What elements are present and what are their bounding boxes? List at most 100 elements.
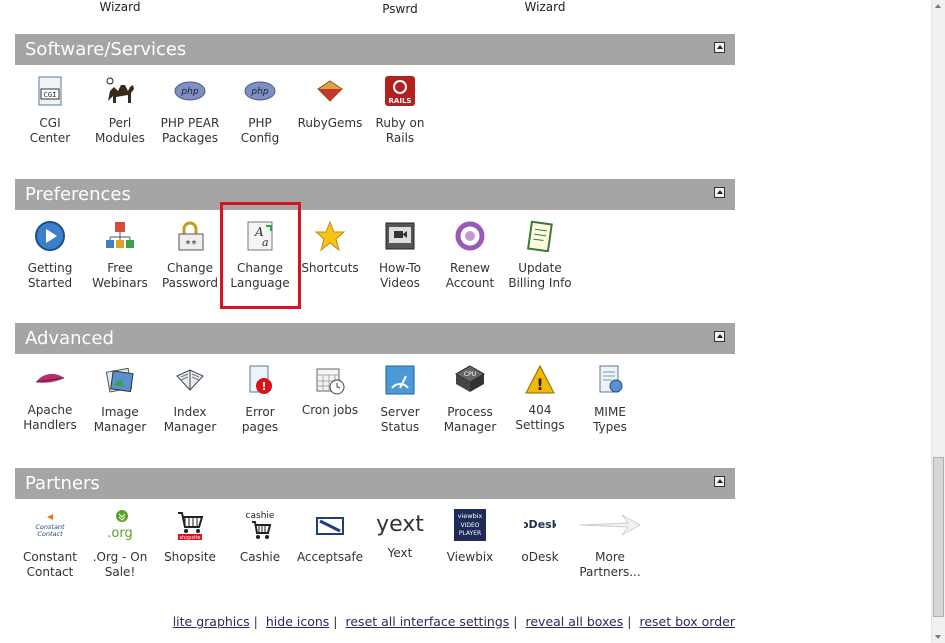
top-item-label-2[interactable]: Pswrd <box>365 2 435 16</box>
billing-icon <box>524 220 556 253</box>
constant-contact-item[interactable]: Constant Contact Constant Contact <box>15 499 85 580</box>
scroll-up-icon[interactable] <box>935 4 941 8</box>
rubygems-item[interactable]: RubyGems <box>295 65 365 131</box>
item-label: Cashie <box>239 550 281 564</box>
index-book-icon <box>174 364 206 396</box>
item-label: Yext <box>387 546 413 560</box>
separator: | <box>253 614 258 629</box>
shopsite-cart-icon: shopsite <box>174 509 206 541</box>
lite-graphics-link[interactable]: lite graphics <box>173 614 250 629</box>
odesk-item[interactable]: oDesk oDesk <box>505 499 575 565</box>
items-container: Apache Handlers Image Manager Index Manager… <box>15 354 735 466</box>
reset-box-order-link[interactable]: reset box order <box>639 614 735 629</box>
webinar-icon <box>104 220 136 252</box>
cashie-item[interactable]: cashie Cashie <box>225 499 295 565</box>
item-label: PHP PEAR Packages <box>160 116 220 145</box>
cgi-icon: CGI <box>34 75 66 107</box>
item-label: Shortcuts <box>301 261 359 275</box>
item-label: Renew Account <box>445 261 495 290</box>
collapse-box-button[interactable] <box>714 476 725 487</box>
collapse-box-button[interactable] <box>714 331 725 342</box>
php-config-item[interactable]: php PHP Config <box>225 65 295 146</box>
item-label: Index Manager <box>163 405 217 434</box>
shopsite-item[interactable]: shopsite Shopsite <box>155 499 225 565</box>
free-webinars-item[interactable]: Free Webinars <box>85 210 155 291</box>
item-label: oDesk <box>521 550 559 564</box>
rails-icon: RAILS <box>384 75 416 107</box>
scrollbar-thumb[interactable] <box>933 457 944 617</box>
index-manager-item[interactable]: Index Manager <box>155 354 225 435</box>
hide-icons-link[interactable]: hide icons <box>266 614 329 629</box>
more-partners-item[interactable]: More Partners... <box>575 499 645 580</box>
password-lock-icon: ** <box>174 220 206 252</box>
apache-feather-icon <box>34 364 66 396</box>
reset-interface-settings-link[interactable]: reset all interface settings <box>346 614 510 629</box>
svg-text:Contact: Contact <box>37 530 63 538</box>
php-icon: php <box>174 75 206 107</box>
item-label: CGI Center <box>29 116 71 145</box>
getting-started-item[interactable]: Getting Started <box>15 210 85 291</box>
item-label: Process Manager <box>443 405 497 434</box>
section-header: Software/Services <box>15 34 735 65</box>
perl-modules-item[interactable]: Perl Modules <box>85 65 155 146</box>
svg-text:cashie: cashie <box>246 511 275 521</box>
cgi-center-item[interactable]: CGI CGI Center <box>15 65 85 146</box>
php-pear-item[interactable]: php PHP PEAR Packages <box>155 65 225 146</box>
viewbix-item[interactable]: viewbix VIDEO PLAYER Viewbix <box>435 499 505 565</box>
item-label: Acceptsafe <box>296 550 364 564</box>
section-header: Partners <box>15 468 735 499</box>
yext-item[interactable]: yext Yext <box>365 499 435 561</box>
constant-contact-logo-icon: Constant Contact <box>30 509 70 541</box>
renew-icon <box>454 220 486 252</box>
server-status-item[interactable]: Server Status <box>365 354 435 435</box>
svg-text:VIDEO: VIDEO <box>460 522 479 529</box>
error-pages-item[interactable]: ! Error pages <box>225 354 295 435</box>
svg-text:**: ** <box>185 239 197 250</box>
partners-section: Partners Constant Contact Constant Contact… <box>15 468 735 611</box>
item-label: Perl Modules <box>95 116 145 145</box>
warning-icon: ! <box>524 364 556 396</box>
item-label: .Org - On Sale! <box>92 550 148 579</box>
renew-account-item[interactable]: Renew Account <box>435 210 505 291</box>
image-manager-item[interactable]: Image Manager <box>85 354 155 435</box>
svg-text:shopsite: shopsite <box>179 535 200 541</box>
reveal-all-boxes-link[interactable]: reveal all boxes <box>526 614 624 629</box>
item-label: Free Webinars <box>92 261 148 290</box>
items-container: CGI CGI Center Perl Modules php PHP PEAR Pa… <box>15 65 735 177</box>
acceptsafe-item[interactable]: Acceptsafe <box>295 499 365 565</box>
how-to-videos-item[interactable]: How-To Videos <box>365 210 435 291</box>
update-billing-info-item[interactable]: Update Billing Info <box>505 210 575 291</box>
item-label: Shopsite <box>164 550 216 564</box>
item-label: Cron jobs <box>301 403 359 417</box>
top-item-label-1[interactable]: Wizard <box>85 0 155 14</box>
svg-text:viewbix: viewbix <box>458 512 483 520</box>
cron-jobs-item[interactable]: Cron jobs <box>295 354 365 418</box>
vertical-scrollbar[interactable] <box>931 0 945 643</box>
scroll-down-icon[interactable] <box>935 635 941 639</box>
svg-text:php: php <box>250 87 268 97</box>
change-password-item[interactable]: ** Change Password <box>155 210 225 291</box>
collapse-box-button[interactable] <box>714 42 725 53</box>
top-item-label-3[interactable]: Wizard <box>510 0 580 14</box>
section-title: Advanced <box>25 328 114 349</box>
item-label: How-To Videos <box>378 261 422 290</box>
php-icon: php <box>244 75 276 107</box>
mime-types-item[interactable]: MIME Types <box>575 354 645 435</box>
org-on-sale-item[interactable]: .org .Org - On Sale! <box>85 499 155 580</box>
apache-handlers-item[interactable]: Apache Handlers <box>15 354 85 433</box>
item-label: PHP Config <box>240 116 280 145</box>
404-settings-item[interactable]: ! 404 Settings <box>505 354 575 433</box>
separator: | <box>627 614 632 629</box>
ruby-gem-icon <box>314 75 346 107</box>
collapse-box-button[interactable] <box>714 187 725 198</box>
process-manager-item[interactable]: CPU Process Manager <box>435 354 505 435</box>
server-status-icon <box>384 364 416 396</box>
item-label: Image Manager <box>93 405 147 434</box>
section-title: Software/Services <box>25 39 187 60</box>
ruby-on-rails-item[interactable]: RAILS Ruby on Rails <box>365 65 435 146</box>
viewbix-logo-icon: viewbix VIDEO PLAYER <box>454 509 486 541</box>
shortcuts-item[interactable]: Shortcuts <box>295 210 365 276</box>
item-label: Ruby on Rails <box>375 116 425 145</box>
acceptsafe-card-icon <box>314 509 346 541</box>
org-logo-icon: .org <box>104 509 136 541</box>
